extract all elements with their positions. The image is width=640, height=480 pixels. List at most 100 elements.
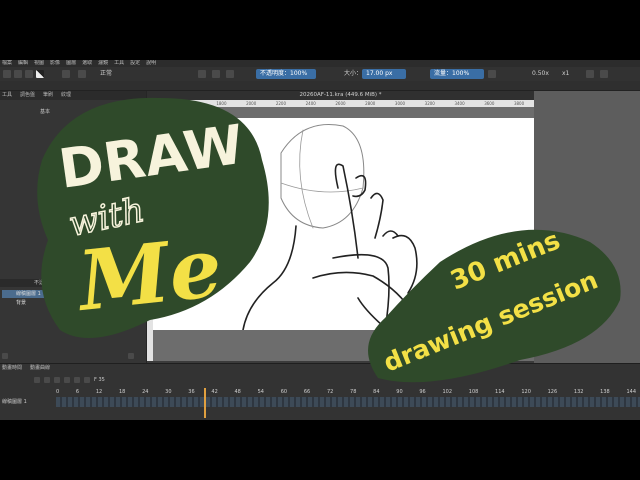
add-layer-icon[interactable]: [2, 353, 8, 359]
tab-palette[interactable]: 調色盤: [20, 91, 35, 100]
ruler-mark: 2400: [305, 101, 316, 106]
next-frame-icon[interactable]: [74, 377, 80, 383]
drawing-canvas[interactable]: [153, 118, 534, 331]
right-docker: [534, 91, 640, 363]
main-toolbar: 正常 不透明度：100% 大小： 17.00 px 流量：100% 0.50x …: [0, 67, 640, 82]
open-file-icon[interactable]: [14, 70, 22, 78]
ruler-mark: 3200: [424, 101, 435, 106]
size-slider[interactable]: 17.00 px: [362, 69, 406, 79]
playhead[interactable]: [204, 388, 206, 418]
layers-header: 不透明度：100%: [0, 279, 146, 287]
document-tab[interactable]: 20260AF-11.kra (449.6 MiB) *: [147, 91, 534, 100]
menu-layer[interactable]: 圖層: [66, 60, 76, 67]
menu-select[interactable]: 選取: [82, 60, 92, 67]
tick: 48: [234, 389, 241, 395]
preset-label: 基本: [40, 109, 51, 115]
tick: 102: [442, 389, 453, 395]
tab-textures[interactable]: 紋理: [61, 91, 71, 100]
blend-mode-select[interactable]: 正常: [100, 67, 112, 81]
save-icon[interactable]: [25, 70, 33, 78]
docker-tabs: 工具 調色盤 筆刷 紋理: [0, 91, 146, 100]
layer-name: 背景: [16, 300, 27, 306]
menu-filter[interactable]: 濾鏡: [98, 60, 108, 67]
letterbox-bottom: [0, 420, 640, 480]
zoom-value[interactable]: 0.50x: [532, 67, 549, 81]
tick: 90: [396, 389, 403, 395]
layers-opacity[interactable]: 不透明度：100%: [34, 279, 73, 287]
brush-settings-icon[interactable]: [600, 70, 608, 78]
tick: 126: [547, 389, 558, 395]
letterbox-top: [0, 0, 640, 60]
tool-options-bar: [0, 81, 640, 91]
menu-help[interactable]: 說明: [146, 60, 156, 67]
app-window: 檔案 編輯 視圖 影像 圖層 選取 濾鏡 工具 設定 說明 正常 不透明度：10…: [0, 60, 640, 420]
size-label: 大小：: [344, 70, 363, 77]
menu-file[interactable]: 檔案: [2, 60, 12, 67]
tick: 42: [211, 389, 218, 395]
tick: 24: [142, 389, 149, 395]
tick: 66: [303, 389, 311, 395]
play-icon[interactable]: [64, 377, 70, 383]
layer-row[interactable]: 背景: [2, 299, 137, 307]
previous-frame-icon[interactable]: [44, 377, 50, 383]
current-frame[interactable]: F 35: [94, 377, 105, 383]
eraser-icon[interactable]: [78, 70, 86, 78]
ruler-mark: 2600: [335, 101, 346, 106]
tick: 18: [118, 389, 126, 395]
playback-controls: F 35: [34, 377, 105, 383]
layer-name: 線稿圖層 1: [16, 291, 41, 297]
preserve-alpha-icon[interactable]: [212, 70, 220, 78]
ruler-mark: 1800: [216, 101, 227, 106]
timeline-frames-row[interactable]: [56, 397, 640, 407]
tick: 144: [626, 389, 636, 395]
ruler-mark: 2800: [365, 101, 376, 106]
ruler-mark: 3600: [484, 101, 495, 106]
tick: 96: [419, 389, 426, 395]
tick: 12: [95, 389, 103, 395]
tick: 138: [600, 389, 610, 395]
layer-row[interactable]: 線稿圖層 1: [2, 290, 137, 298]
tab-animation-curves[interactable]: 動畫曲線: [30, 364, 50, 372]
new-file-icon[interactable]: [3, 70, 11, 78]
left-docker: 工具 調色盤 筆刷 紋理 基本 不透明度：100% 線稿圖層 1 背景: [0, 91, 147, 363]
stop-icon[interactable]: [54, 377, 60, 383]
timeline-tabs: 動畫時間 動畫曲線: [0, 364, 146, 372]
tick: 54: [257, 389, 264, 395]
delete-layer-icon[interactable]: [128, 353, 134, 359]
ruler-mark: 2000: [246, 101, 257, 106]
ruler-mark: 3800: [513, 101, 525, 106]
tab-animation-timeline[interactable]: 動畫時間: [2, 364, 22, 372]
tick: 36: [188, 389, 195, 395]
timeline-ruler: 0 6 12 18 24 30 36 42 48 54 60 66 72 78 …: [56, 388, 640, 396]
ruler-mark: 3000: [394, 101, 406, 106]
close-icon[interactable]: [586, 70, 594, 78]
tick: 78: [350, 389, 357, 395]
opacity-slider[interactable]: 不透明度：100%: [256, 69, 316, 79]
tick: 72: [326, 389, 334, 395]
first-frame-icon[interactable]: [34, 377, 40, 383]
color-swatch-icon[interactable]: [36, 70, 44, 78]
menu-view[interactable]: 視圖: [34, 60, 44, 67]
last-frame-icon[interactable]: [84, 377, 90, 383]
reload-preset-icon[interactable]: [226, 70, 234, 78]
tab-tools[interactable]: 工具: [2, 91, 12, 100]
wrap-mode-select[interactable]: x1: [562, 67, 569, 81]
ruler-mark: 3400: [454, 101, 465, 106]
tick: 0: [56, 389, 60, 395]
menu-edit[interactable]: 編輯: [18, 60, 28, 67]
tick: 30: [165, 389, 172, 395]
brush-preset-icon[interactable]: [62, 70, 70, 78]
tick: 114: [495, 389, 505, 395]
tab-brushes[interactable]: 筆刷: [43, 91, 53, 100]
menu-image[interactable]: 影像: [50, 60, 60, 67]
timeline-layer-name[interactable]: 線稿圖層 1: [2, 398, 27, 405]
flow-slider[interactable]: 流量：100%: [430, 69, 484, 79]
tick: 120: [521, 389, 531, 395]
mirror-horizontal-icon[interactable]: [488, 70, 496, 78]
ruler-mark: 1400: [156, 101, 167, 106]
tick: 132: [573, 389, 584, 395]
animation-timeline: 動畫時間 動畫曲線 F 35 0 6 12 18 24 30 36 42 48 …: [0, 363, 640, 420]
erase-mode-icon[interactable]: [198, 70, 206, 78]
menu-tools[interactable]: 工具: [114, 60, 124, 67]
menu-settings[interactable]: 設定: [130, 60, 140, 67]
